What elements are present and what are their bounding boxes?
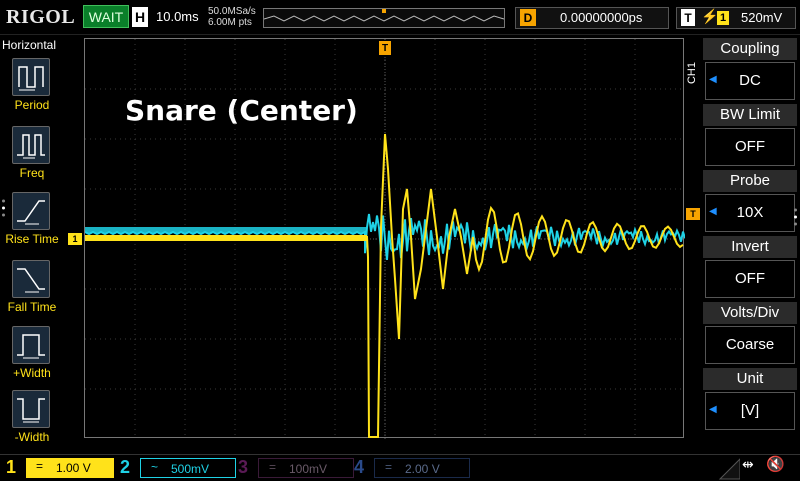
trigger-source: 1 xyxy=(717,11,729,25)
invert-value: OFF xyxy=(705,260,795,298)
measure-fall-time-button[interactable]: Fall Time xyxy=(8,260,56,324)
ch1-scale: 1.00 V xyxy=(56,461,91,475)
right-menu-page-indicator xyxy=(794,207,797,227)
bw-limit-menu-item[interactable]: BW Limit OFF xyxy=(703,104,797,166)
volts-div-menu-item[interactable]: Volts/Div Coarse xyxy=(703,302,797,364)
rigol-logo: RIGOL xyxy=(6,6,76,28)
probe-value: 10X xyxy=(705,194,795,232)
trigger-position-marker[interactable]: T xyxy=(379,41,391,55)
unit-menu-item[interactable]: Unit [V] ◀ xyxy=(703,368,797,430)
left-arrow-icon: ◀ xyxy=(709,74,717,85)
memory-waveform-icon xyxy=(264,9,504,22)
fall-time-icon xyxy=(12,260,50,298)
screen-title: Snare (Center) xyxy=(125,94,358,127)
ch1-scale-box: = 1.00 V xyxy=(26,458,114,478)
invert-menu-item[interactable]: Invert OFF xyxy=(703,236,797,298)
ch4-coupling-icon: = xyxy=(385,460,393,474)
left-arrow-icon: ◀ xyxy=(709,404,717,415)
volts-div-value: Coarse xyxy=(705,326,795,364)
ch1-coupling-icon: = xyxy=(36,459,44,473)
frequency-icon xyxy=(12,126,50,164)
measure-positive-width-button[interactable]: +Width xyxy=(8,326,56,390)
negative-width-label: -Width xyxy=(14,430,50,444)
ch2-baseline-band xyxy=(85,227,367,233)
top-status-bar: RIGOL WAIT H 10.0ms 50.0MSa/s 6.00M pts … xyxy=(0,0,800,35)
bw-limit-value: OFF xyxy=(705,128,795,166)
ch3-coupling-icon: = xyxy=(269,460,277,474)
menu-page-indicator xyxy=(2,198,5,218)
period-label: Period xyxy=(14,98,50,112)
sample-rate: 50.0MSa/s xyxy=(208,6,256,17)
trigger-label: T xyxy=(681,9,695,26)
ch1-status[interactable]: 1 = 1.00 V xyxy=(6,457,116,479)
menu-title: Horizontal xyxy=(2,38,57,52)
ch2-status[interactable]: 2 ~ 500mV xyxy=(120,457,236,479)
unit-header: Unit xyxy=(703,368,797,390)
ch4-status[interactable]: 4 = 2.00 V xyxy=(354,457,470,479)
ch1-number: 1 xyxy=(6,457,17,477)
volts-div-header: Volts/Div xyxy=(703,302,797,324)
rise-time-label: Rise Time xyxy=(5,232,59,246)
ch1-baseline-band xyxy=(85,235,367,241)
memory-depth: 6.00M pts xyxy=(208,17,252,28)
measure-period-button[interactable]: Period xyxy=(8,58,56,122)
ch2-coupling-icon: ~ xyxy=(151,460,159,474)
ch2-scale: 500mV xyxy=(171,462,210,476)
positive-width-icon xyxy=(12,326,50,364)
left-arrow-icon: ◀ xyxy=(709,206,717,217)
measure-negative-width-button[interactable]: -Width xyxy=(8,390,56,454)
usb-icon: ⇹ xyxy=(742,456,754,472)
ch3-scale-box: = 100mV xyxy=(258,458,354,478)
rising-edge-icon: ⚡ xyxy=(701,8,719,24)
horizontal-label: H xyxy=(132,7,148,27)
coupling-value: DC xyxy=(705,62,795,100)
fall-time-label: Fall Time xyxy=(7,300,57,314)
unit-value: [V] xyxy=(705,392,795,430)
positive-width-label: +Width xyxy=(13,366,51,380)
horizontal-measure-menu: Horizontal Period Freq Rise Time Fall Ti… xyxy=(0,36,62,454)
trigger-delay-box[interactable]: D 0.00000000ps xyxy=(515,7,669,29)
ch2-scale-box: ~ 500mV xyxy=(140,458,236,478)
coupling-menu-item[interactable]: Coupling DC ◀ xyxy=(703,38,797,100)
delay-label: D xyxy=(520,9,536,26)
delay-value: 0.00000000ps xyxy=(560,10,643,25)
trigger-level: 520mV xyxy=(741,10,783,25)
measure-rise-time-button[interactable]: Rise Time xyxy=(5,192,59,256)
negative-width-icon xyxy=(12,390,50,428)
invert-header: Invert xyxy=(703,236,797,258)
run-status-badge[interactable]: WAIT xyxy=(83,5,129,28)
ch1-waveform xyxy=(85,133,684,438)
channel-tag: CH1 xyxy=(686,62,698,85)
channel-status-bar: 1 = 1.00 V 2 ~ 500mV 3 = 100mV 4 = 2.00 … xyxy=(0,454,800,481)
coupling-header: Coupling xyxy=(703,38,797,60)
ch3-status[interactable]: 3 = 100mV xyxy=(238,457,354,479)
trigger-settings-box[interactable]: T ⚡ 1 520mV xyxy=(676,7,796,29)
rise-time-icon xyxy=(12,192,50,230)
decorative-slant-icon xyxy=(718,458,740,480)
ch2-number: 2 xyxy=(120,457,131,477)
acquisition-info: 50.0MSa/s 6.00M pts xyxy=(208,6,256,28)
probe-menu-item[interactable]: Probe 10X ◀ xyxy=(703,170,797,232)
bw-limit-header: BW Limit xyxy=(703,104,797,126)
ch4-number: 4 xyxy=(354,457,365,477)
ch4-scale-box: = 2.00 V xyxy=(374,458,470,478)
memory-overview-strip[interactable] xyxy=(263,8,505,28)
channel-menu: Coupling DC ◀ BW Limit OFF Probe 10X ◀ I… xyxy=(703,38,800,430)
speaker-mute-icon[interactable]: 🔇 xyxy=(766,455,785,473)
measure-freq-button[interactable]: Freq xyxy=(8,126,56,190)
freq-label: Freq xyxy=(19,166,45,180)
ch3-number: 3 xyxy=(238,457,249,477)
probe-header: Probe xyxy=(703,170,797,192)
ch1-offset-marker[interactable]: 1 xyxy=(68,233,82,245)
period-icon xyxy=(12,58,50,96)
ch4-scale: 2.00 V xyxy=(405,462,440,476)
ch3-scale: 100mV xyxy=(289,462,328,476)
timebase-value[interactable]: 10.0ms xyxy=(156,9,199,24)
trigger-level-marker[interactable]: T xyxy=(686,208,700,220)
